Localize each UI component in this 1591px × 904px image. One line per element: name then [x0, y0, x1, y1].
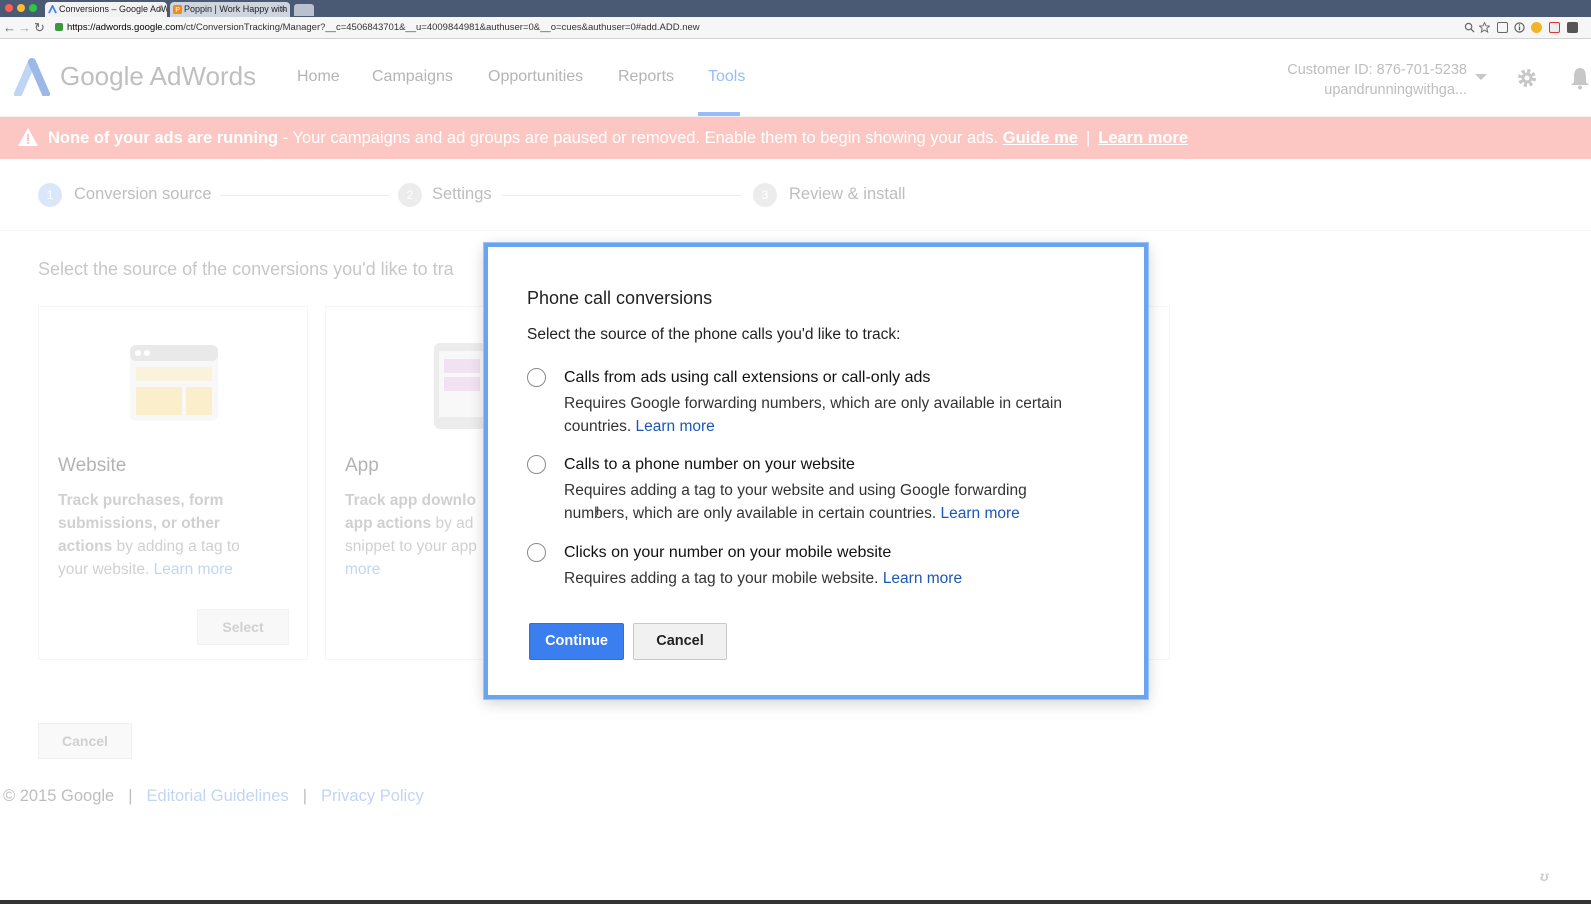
- text-cursor-icon: I: [596, 504, 600, 518]
- option-learn-more-link[interactable]: Learn more: [636, 418, 715, 435]
- minimize-window-icon[interactable]: [17, 4, 25, 12]
- reload-icon[interactable]: ↻: [34, 20, 45, 36]
- radio-calls-to-website-number[interactable]: [527, 455, 546, 474]
- browser-toolbar: ← → ↻ https://adwords.google.com/ct/Conv…: [0, 17, 1591, 39]
- svg-text:P: P: [175, 5, 180, 14]
- bottom-edge: [0, 900, 1591, 904]
- option-desc: Requires adding a tag to your mobile web…: [564, 567, 1109, 590]
- tab-label: Conversions – Google AdW: [59, 4, 167, 14]
- radio-call-extensions[interactable]: [527, 368, 546, 387]
- option-title: Calls to a phone number on your website: [564, 456, 855, 473]
- continue-button[interactable]: Continue: [529, 623, 624, 660]
- browser-tab-conversions[interactable]: Conversions – Google AdW ×: [45, 2, 167, 17]
- option-title: Calls from ads using call extensions or …: [564, 369, 931, 386]
- browser-tab-poppin[interactable]: P Poppin | Work Happy with ×: [170, 2, 290, 17]
- phone-call-conversions-dialog: Phone call conversions Select the source…: [484, 243, 1148, 699]
- url-host: https://adwords.google.com: [67, 22, 184, 33]
- option-learn-more-link[interactable]: Learn more: [883, 570, 962, 587]
- extension-icon[interactable]: [1531, 22, 1542, 33]
- cancel-button[interactable]: Cancel: [633, 623, 727, 660]
- forward-arrow-icon[interactable]: →: [18, 20, 31, 36]
- tab-close-icon[interactable]: ×: [158, 2, 163, 17]
- secure-lock-icon: [55, 23, 63, 31]
- close-window-icon[interactable]: [5, 4, 13, 12]
- adwords-favicon-icon: [48, 5, 57, 14]
- zoom-icon[interactable]: [1464, 22, 1475, 33]
- cast-icon[interactable]: [1497, 22, 1508, 33]
- maximize-window-icon[interactable]: [29, 4, 37, 12]
- back-arrow-icon[interactable]: ←: [3, 20, 16, 36]
- option-calls-to-website-number[interactable]: Calls to a phone number on your website …: [527, 455, 1117, 525]
- dialog-title: Phone call conversions: [527, 288, 713, 308]
- bookmark-star-icon[interactable]: [1479, 22, 1490, 33]
- browser-tab-bar: Conversions – Google AdW × P Poppin | Wo…: [0, 0, 1591, 17]
- info-icon[interactable]: [1514, 22, 1525, 33]
- dialog-subtitle: Select the source of the phone calls you…: [527, 326, 901, 343]
- option-desc: Requires adding a tag to your website an…: [564, 479, 1064, 525]
- option-desc-text: Requires adding a tag to your mobile web…: [564, 570, 879, 587]
- radio-mobile-website-clicks[interactable]: [527, 543, 546, 562]
- pocket-icon[interactable]: [1567, 22, 1578, 33]
- poppin-favicon-icon: P: [173, 5, 182, 14]
- tab-close-icon[interactable]: ×: [281, 2, 286, 17]
- address-bar[interactable]: https://adwords.google.com/ct/Conversion…: [55, 20, 1455, 36]
- tab-label: Poppin | Work Happy with: [184, 4, 288, 14]
- new-tab-button[interactable]: [294, 4, 314, 16]
- option-title: Clicks on your number on your mobile web…: [564, 544, 892, 561]
- option-desc: Requires Google forwarding numbers, whic…: [564, 392, 1109, 438]
- option-call-extensions[interactable]: Calls from ads using call extensions or …: [527, 368, 1117, 438]
- extension-icon[interactable]: [1549, 22, 1560, 33]
- udemy-watermark-icon: ʊ: [1540, 868, 1549, 884]
- option-learn-more-link[interactable]: Learn more: [941, 505, 1020, 522]
- option-mobile-website-clicks[interactable]: Clicks on your number on your mobile web…: [527, 543, 1117, 591]
- url-path: /ct/ConversionTracking/Manager?__c=45068…: [183, 22, 700, 33]
